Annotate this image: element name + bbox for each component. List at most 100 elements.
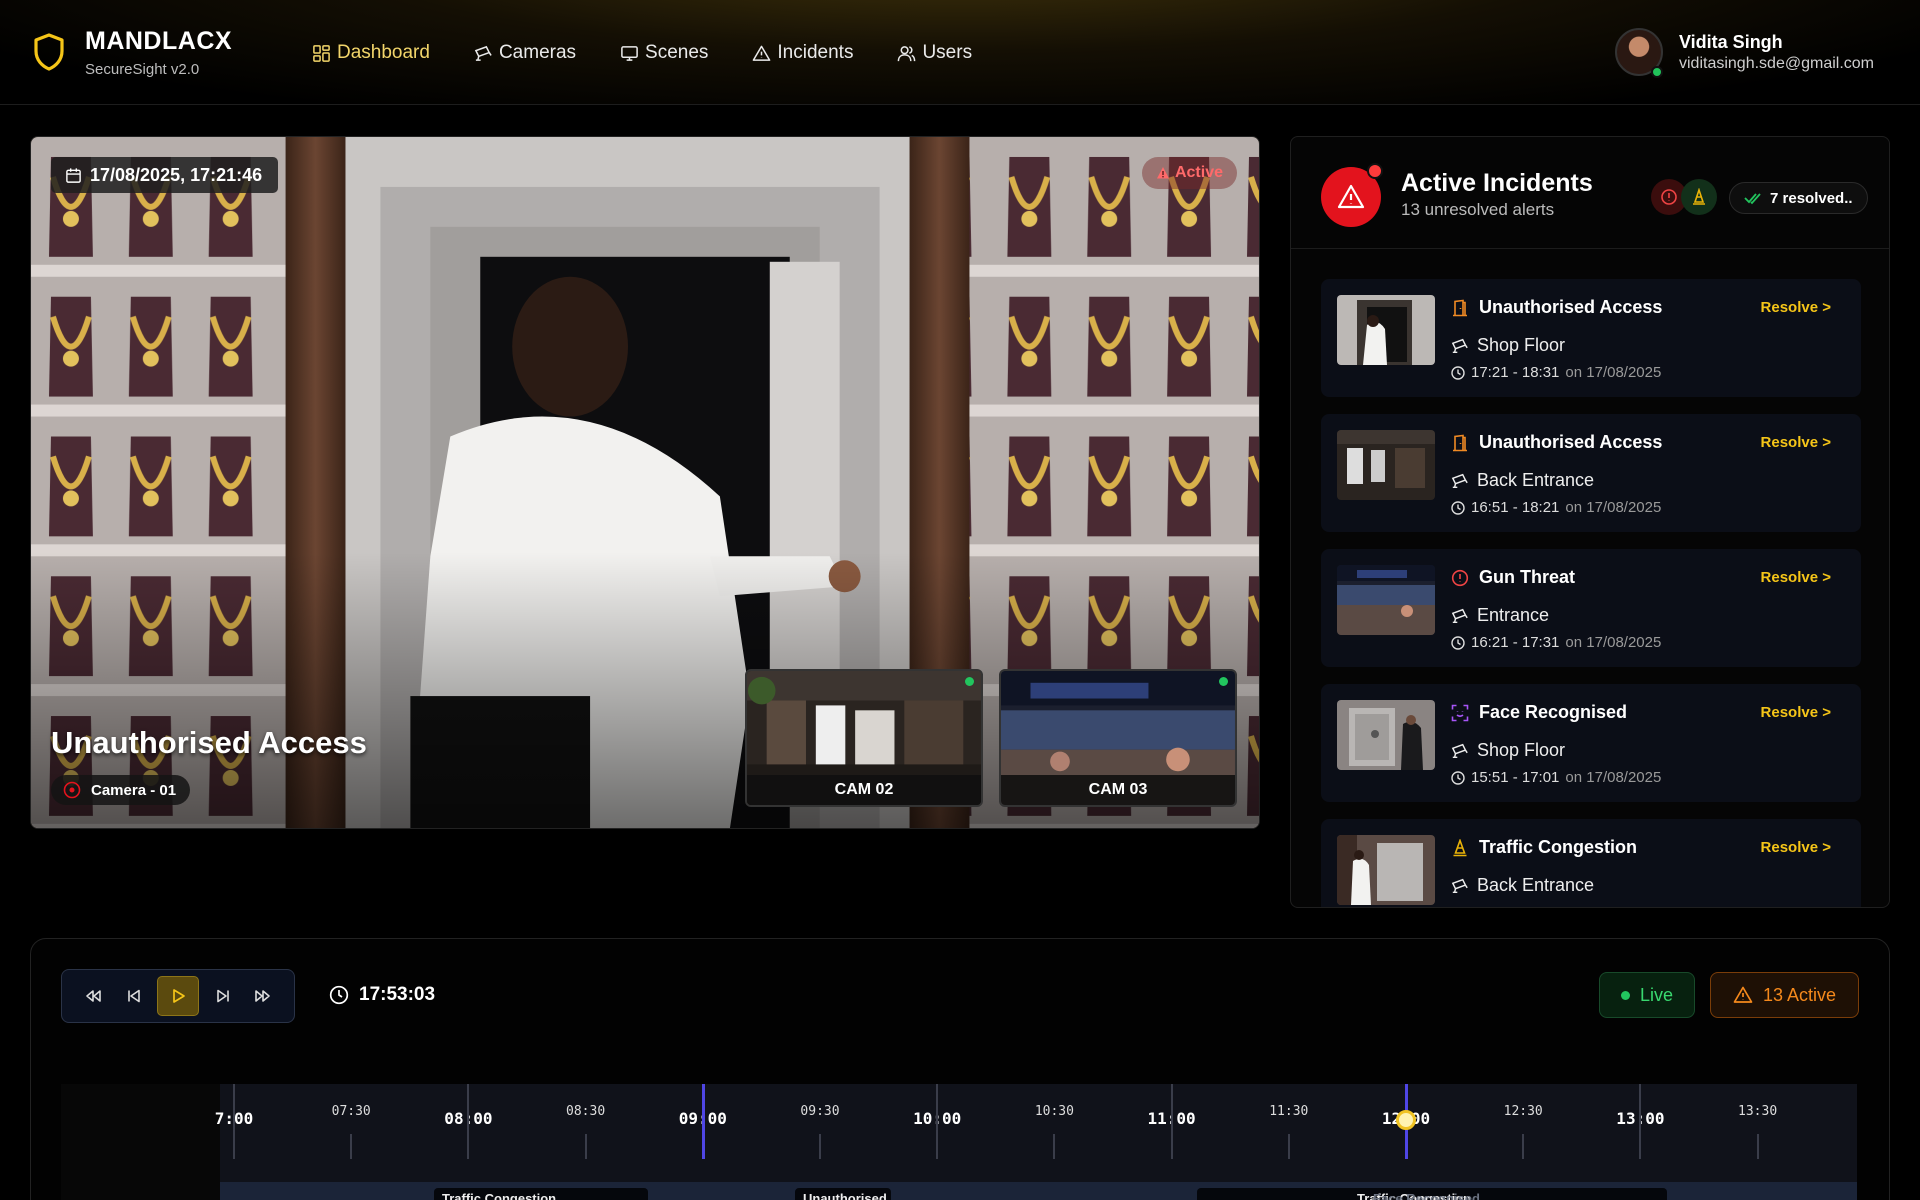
timeline-ruler[interactable]: Traffic Congestion Unauthorised Traffic Co… (61, 1084, 1857, 1200)
resolved-count-button[interactable]: 7 resolved.. (1729, 182, 1868, 214)
resolve-button[interactable]: Resolve > (1761, 434, 1831, 451)
clock-icon (1451, 635, 1465, 650)
nav-users[interactable]: Users (897, 42, 972, 64)
incident-time: 15:51 - 17:01 on 17/08/2025 (1451, 769, 1661, 786)
nav-scenes-label: Scenes (645, 42, 709, 63)
camera-label: Camera - 01 (51, 775, 191, 805)
online-status-dot (1651, 66, 1663, 78)
active-count-button[interactable]: 13 Active (1710, 972, 1859, 1018)
camera-icon (1451, 338, 1468, 353)
timeline-tick-label: 13:30 (1738, 1104, 1778, 1119)
main-video-feed[interactable]: 17/08/2025, 17:21:46 Active Unauthorised… (30, 136, 1260, 829)
camera-icon (1451, 608, 1468, 623)
timeline-event[interactable]: Unauthorised (795, 1188, 891, 1200)
incident-date: on 17/08/2025 (1565, 634, 1662, 651)
camera-label-text: Camera - 01 (91, 781, 177, 799)
timeline-event[interactable]: Face Recognised (1365, 1188, 1535, 1200)
play-button[interactable] (157, 976, 199, 1016)
face-scan-icon (1451, 704, 1469, 721)
camera-thumbnail-cam02[interactable]: CAM 02 (745, 669, 983, 807)
incident-card[interactable]: Unauthorised Access Back Entrance 16:51 … (1321, 414, 1861, 532)
incident-location-label: Back Entrance (1477, 875, 1595, 895)
panel-header: Active Incidents 13 unresolved alerts 7 … (1291, 137, 1889, 249)
live-dot (1620, 990, 1630, 1000)
nav-cameras[interactable]: Cameras (474, 42, 576, 64)
incident-card[interactable]: Gun Threat Entrance 16:21 - 17:31 on 17/… (1321, 549, 1861, 667)
incident-card[interactable]: Traffic Congestion Back Entrance Resolve… (1321, 819, 1861, 907)
timeline-tick (1639, 1084, 1642, 1159)
nav-dashboard-label: Dashboard (337, 42, 430, 63)
incident-card[interactable]: Face Recognised Shop Floor 15:51 - 17:01… (1321, 684, 1861, 802)
incident-location: Back Entrance (1451, 470, 1594, 491)
incident-type-label: Gun Threat (1479, 567, 1576, 587)
incident-card[interactable]: Unauthorised Access Shop Floor 17:21 - 1… (1321, 279, 1861, 397)
skip-forward-button[interactable] (206, 979, 240, 1013)
traffic-cone-icon (1681, 179, 1717, 215)
live-dot (965, 677, 974, 686)
warning-icon (1337, 184, 1365, 209)
warning-icon (753, 45, 771, 61)
clock-icon (329, 985, 349, 1005)
timeline-tick-label: 07:30 (331, 1104, 371, 1119)
incident-type-label: Face Recognised (1479, 702, 1628, 722)
incident-location: Back Entrance (1451, 875, 1594, 896)
incident-time: 16:21 - 17:31 on 17/08/2025 (1451, 634, 1661, 651)
incident-list: Unauthorised Access Shop Floor 17:21 - 1… (1321, 279, 1861, 907)
alert-circle-icon (1451, 569, 1469, 586)
camera-icon (1451, 473, 1468, 488)
fast-forward-button[interactable] (246, 979, 280, 1013)
timeline-event-strip: Traffic Congestion Unauthorised Traffic Co… (220, 1182, 1857, 1200)
resolve-button[interactable]: Resolve > (1761, 839, 1831, 856)
nav-scenes[interactable]: Scenes (620, 42, 708, 64)
resolve-button[interactable]: Resolve > (1761, 569, 1831, 586)
live-dot (1219, 677, 1228, 686)
nav-users-label: Users (922, 42, 973, 63)
timeline-tick (1170, 1084, 1173, 1159)
play-icon (173, 989, 185, 1003)
top-header: MANDLACX SecureSight v2.0 Dashboard Came… (0, 0, 1920, 105)
dashboard-icon (313, 44, 330, 62)
timeline-tick (1053, 1134, 1056, 1159)
monitor-icon (621, 45, 638, 61)
resolve-button[interactable]: Resolve > (1761, 704, 1831, 721)
app-version: SecureSight v2.0 (85, 61, 200, 78)
incident-thumbnail (1337, 700, 1435, 770)
skip-back-button[interactable] (117, 979, 151, 1013)
user-email: viditasingh.sde@gmail.com (1679, 55, 1874, 72)
live-button[interactable]: Live (1599, 972, 1695, 1018)
incident-thumbnail (1337, 565, 1435, 635)
timeline-tick (701, 1084, 705, 1159)
timeline-panel: 17:53:03 Live 13 Active Traffic Congesti… (30, 938, 1890, 1200)
rewind-icon (86, 990, 101, 1002)
door-icon (1453, 434, 1467, 451)
incident-time: 16:51 - 18:21 on 17/08/2025 (1451, 499, 1661, 516)
incident-location-label: Entrance (1477, 605, 1550, 625)
timeline-tick-label: 08:30 (566, 1104, 606, 1119)
incident-location: Shop Floor (1451, 335, 1565, 356)
nav-incidents-label: Incidents (777, 42, 854, 63)
incident-type-label: Traffic Congestion (1479, 837, 1638, 857)
resolve-button[interactable]: Resolve > (1761, 299, 1831, 316)
camera-thumbnail-label: CAM 03 (1001, 775, 1235, 805)
camera-icon (1451, 743, 1468, 758)
nav-incidents[interactable]: Incidents (752, 42, 853, 64)
timeline-tick (467, 1084, 470, 1159)
incident-title: Unauthorised Access (51, 725, 367, 760)
timeline-tick (819, 1134, 821, 1159)
double-check-icon (1744, 193, 1761, 205)
notification-dot (1367, 163, 1383, 179)
playhead-handle[interactable] (1396, 1110, 1416, 1130)
status-text: Active (1174, 164, 1223, 181)
active-count-label: 13 Active (1762, 984, 1837, 1005)
timeline-tick (1287, 1134, 1290, 1159)
camera-thumbnail-cam03[interactable]: CAM 03 (999, 669, 1237, 807)
status-badge: Active (1141, 157, 1237, 189)
timeline-event[interactable]: Traffic Congestion (434, 1188, 648, 1200)
skip-back-icon (127, 989, 140, 1003)
playback-time: 17:53:03 (359, 984, 436, 1005)
playback-controls (61, 969, 295, 1023)
nav-dashboard[interactable]: Dashboard (312, 42, 430, 64)
incident-time: 17:21 - 18:31 on 17/08/2025 (1451, 364, 1661, 381)
calendar-icon (66, 167, 81, 183)
rewind-button[interactable] (76, 979, 110, 1013)
